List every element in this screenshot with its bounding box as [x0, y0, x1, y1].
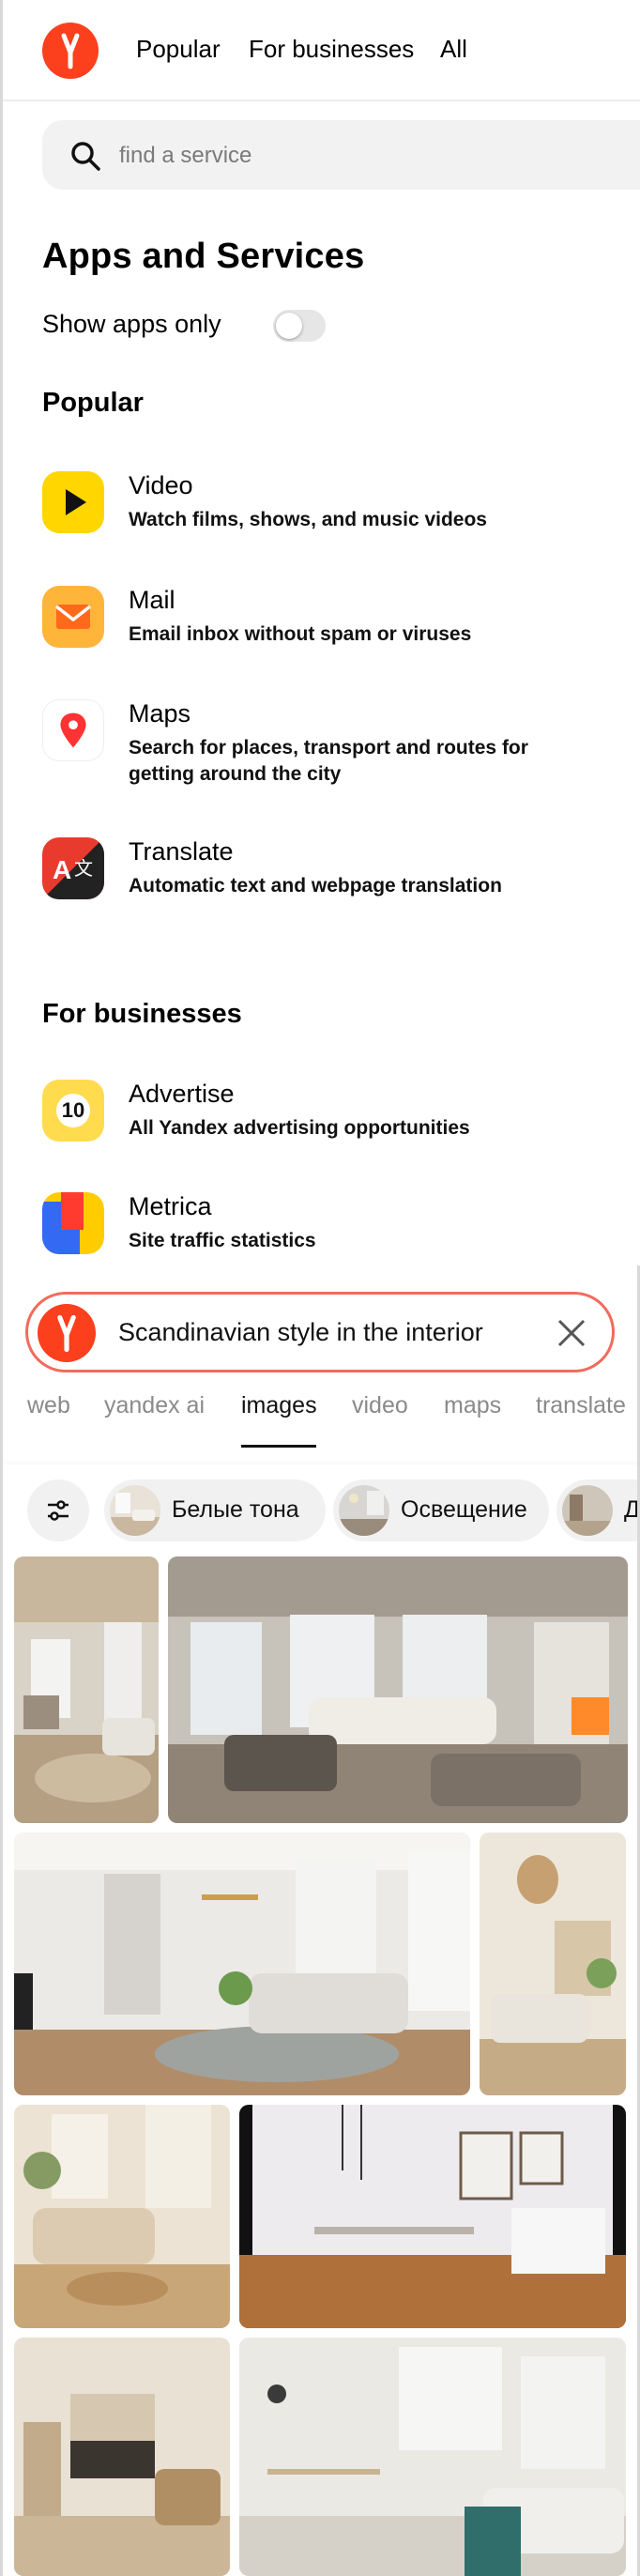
chip-label: Освещение: [401, 1496, 527, 1523]
result-image[interactable]: [239, 2105, 626, 2328]
result-image[interactable]: [14, 1832, 470, 2095]
result-image[interactable]: [14, 2338, 230, 2576]
search-icon: [69, 139, 102, 177]
chip-thumbnail: [339, 1485, 389, 1536]
service-description: All Yandex advertising opportunities: [129, 1117, 470, 1139]
section-business-title: For businesses: [42, 999, 242, 1029]
service-search-input[interactable]: find a service: [42, 120, 640, 190]
tab-web[interactable]: web: [27, 1392, 70, 1419]
page-title: Apps and Services: [42, 237, 365, 276]
service-title: Maps: [129, 699, 191, 728]
translate-icon: A文: [42, 837, 104, 899]
services-panel: Popular For businesses All find a servic…: [0, 0, 640, 1265]
chip-label: Белые тона: [172, 1496, 299, 1523]
nav-popular[interactable]: Popular: [136, 35, 221, 64]
result-image[interactable]: [239, 2338, 626, 2576]
tab-video[interactable]: video: [352, 1392, 408, 1419]
apps-only-toggle[interactable]: [273, 310, 326, 342]
tab-translate[interactable]: translate: [536, 1392, 626, 1419]
nav-all[interactable]: All: [440, 35, 467, 64]
mail-icon: [42, 586, 104, 648]
advertise-badge: 10: [61, 1098, 85, 1122]
tab-yandex-ai[interactable]: yandex ai: [104, 1392, 205, 1419]
chip-label: Д: [624, 1496, 640, 1523]
maps-pin-icon: [42, 699, 104, 761]
svg-text:文: 文: [74, 857, 93, 880]
image-search-panel: Scandinavian style in the interior web y…: [0, 1265, 640, 2576]
tab-maps[interactable]: maps: [444, 1392, 501, 1419]
result-image[interactable]: [14, 2105, 230, 2328]
yandex-logo-icon[interactable]: [38, 1304, 96, 1362]
service-title: Mail: [129, 586, 175, 614]
video-icon: [42, 471, 104, 533]
filter-chip-white-tones[interactable]: Белые тона: [104, 1480, 326, 1541]
service-title: Advertise: [129, 1080, 235, 1108]
image-search-bar[interactable]: Scandinavian style in the interior: [25, 1292, 615, 1372]
service-description: Watch films, shows, and music videos: [129, 509, 487, 530]
toggle-knob: [276, 313, 302, 339]
service-description: Email inbox without spam or viruses: [129, 623, 472, 645]
filter-chip-more[interactable]: Д: [556, 1480, 640, 1541]
yandex-logo-icon[interactable]: [42, 23, 99, 79]
chip-thumbnail: [562, 1485, 613, 1536]
result-image[interactable]: [480, 1832, 626, 2095]
top-navigation: Popular For businesses All: [3, 0, 640, 101]
result-image[interactable]: [168, 1556, 628, 1823]
chip-thumbnail: [110, 1485, 160, 1536]
apps-only-label: Show apps only: [42, 310, 221, 338]
metrica-icon: [42, 1192, 104, 1254]
tab-images[interactable]: images: [241, 1392, 317, 1419]
section-popular-title: Popular: [42, 388, 144, 418]
filters-settings-icon[interactable]: [27, 1480, 89, 1541]
nav-for-businesses[interactable]: For businesses: [249, 35, 414, 64]
service-description: Site traffic statistics: [129, 1230, 316, 1251]
active-tab-indicator: [241, 1445, 316, 1448]
service-title: Translate: [129, 837, 234, 866]
close-icon[interactable]: [554, 1315, 589, 1356]
search-placeholder: find a service: [119, 143, 252, 168]
service-title: Metrica: [129, 1192, 212, 1220]
service-description: Automatic text and webpage translation: [129, 875, 502, 897]
advertise-icon: 10: [42, 1080, 104, 1142]
svg-text:A: A: [53, 855, 71, 884]
result-image[interactable]: [14, 1556, 159, 1823]
service-title: Video: [129, 471, 193, 499]
filter-chip-lighting[interactable]: Освещение: [333, 1480, 549, 1541]
search-query[interactable]: Scandinavian style in the interior: [118, 1318, 483, 1347]
service-description: Search for places, transport and routes …: [129, 737, 528, 785]
